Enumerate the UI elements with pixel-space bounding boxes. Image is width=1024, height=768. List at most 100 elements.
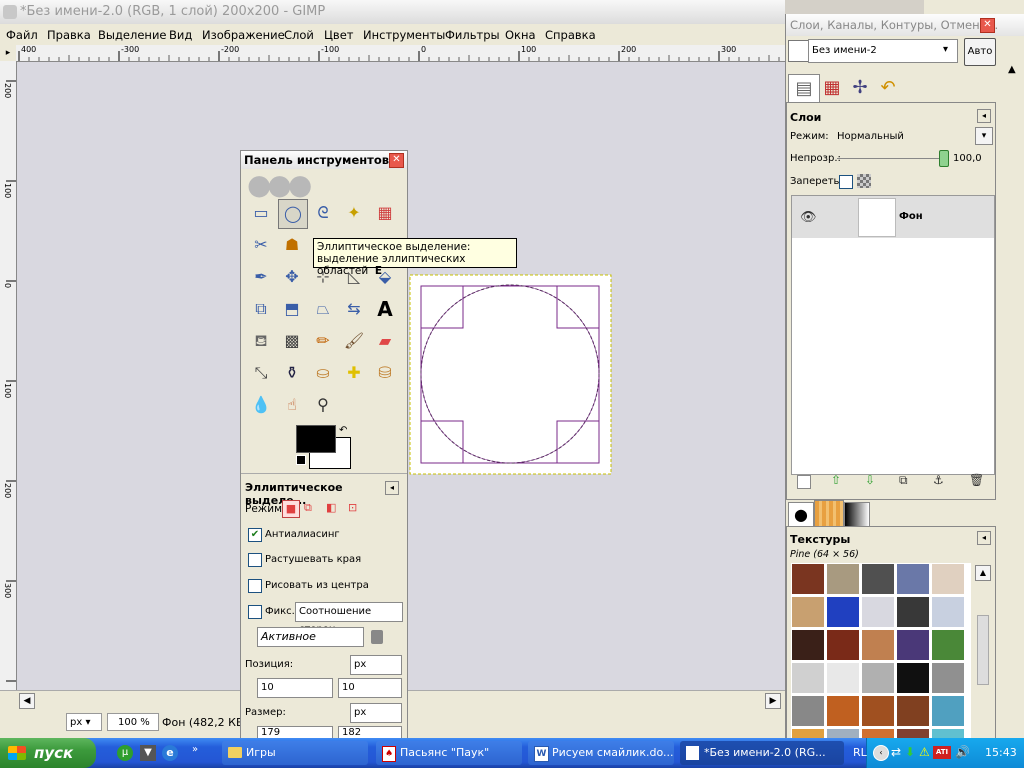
texture-swatch[interactable] [827,597,859,627]
texture-swatch[interactable] [932,630,964,660]
auto-button[interactable]: Авто [964,38,996,66]
layers-menu-icon[interactable]: ◂ [977,109,991,123]
rect-select-tool-icon[interactable]: ▭ [247,199,275,227]
foreground-select-tool-icon[interactable]: ☗ [278,231,306,259]
antialias-checkbox[interactable]: ✔ [248,528,262,542]
dodge-burn-tool-icon[interactable]: ⚲ [309,391,337,419]
layer-mode-arrow-icon[interactable]: ▾ [975,127,993,145]
menu-color[interactable]: Цвет [324,28,353,42]
layer-name[interactable]: Фон [899,211,923,222]
textures-scroll-up-icon[interactable]: ▲ [975,565,991,581]
perspective-tool-icon[interactable]: ⏢ [309,295,337,323]
tray-warning-icon[interactable]: ⚠ [919,745,930,759]
menu-select[interactable]: Выделение [98,28,167,42]
tray-update-icon[interactable]: ⬇ [905,745,915,759]
select-by-color-tool-icon[interactable]: ▦ [371,199,399,227]
position-y-input[interactable]: 10 [338,678,402,698]
menu-filters[interactable]: Фильтры [445,28,500,42]
texture-swatch[interactable] [897,663,929,693]
quicklaunch-more-icon[interactable]: » [192,744,198,755]
tray-volume-icon[interactable]: 🔊 [955,745,970,759]
swap-colors-icon[interactable]: ↶ [339,425,347,436]
tab-channels-icon[interactable]: ▦ [818,74,846,102]
flip-tool-icon[interactable]: ⇆ [340,295,368,323]
menu-windows[interactable]: Окна [505,28,536,42]
texture-swatch[interactable] [862,564,894,594]
task-gimp-active[interactable]: *Без имени-2.0 (RG... [680,741,844,765]
scroll-right-arrow-icon[interactable]: ▶ [765,693,781,709]
bucket-fill-tool-icon[interactable]: ⛾ [247,327,275,355]
texture-swatch[interactable] [792,663,824,693]
texture-swatch[interactable] [862,630,894,660]
texture-swatch[interactable] [932,696,964,726]
mode-intersect-icon[interactable]: ⊡ [348,501,357,514]
task-solitaire[interactable]: Пасьянс "Паук" [376,741,522,765]
perspective-clone-tool-icon[interactable]: ⛁ [371,359,399,387]
texture-swatch[interactable] [792,597,824,627]
tab-patterns-icon[interactable] [814,500,844,528]
eraser-tool-icon[interactable]: ▰ [371,327,399,355]
from-center-checkbox[interactable] [248,579,262,593]
feather-checkbox[interactable] [248,553,262,567]
fixed-checkbox[interactable] [248,605,262,619]
texture-swatch[interactable] [827,564,859,594]
position-x-input[interactable]: 10 [257,678,333,698]
blend-tool-icon[interactable]: ▩ [278,327,306,355]
rotate-tool-icon[interactable]: ⬒ [278,295,306,323]
quicklaunch-utorrent-icon[interactable]: µ [117,745,133,761]
blur-tool-icon[interactable]: 💧 [247,391,275,419]
lock-pixels-checkbox[interactable] [839,175,853,189]
image-select[interactable]: Без имени-2 [808,39,958,63]
position-unit-select[interactable]: px [350,655,402,675]
tab-undo-icon[interactable]: ↶ [874,74,902,102]
texture-swatch[interactable] [932,663,964,693]
scissors-tool-icon[interactable]: ✂ [247,231,275,259]
menu-layer[interactable]: Слой [284,28,314,42]
ruler-vertical[interactable]: 200 100 0 100 200 300 [0,61,17,691]
anchor-layer-icon[interactable]: ⚓ [933,473,944,487]
lock-alpha-icon[interactable] [857,174,871,188]
texture-swatch[interactable] [792,564,824,594]
texture-swatch[interactable] [862,663,894,693]
tab-layers-icon[interactable]: ▤ [788,74,820,103]
unit-select[interactable]: px ▾ [66,713,102,731]
fixed-lock-icon[interactable] [371,630,383,644]
texture-swatch[interactable] [897,696,929,726]
lower-layer-icon[interactable]: ⇩ [865,473,875,487]
lasso-tool-icon[interactable]: ᘓ [309,199,337,227]
texture-grid[interactable] [791,563,971,739]
texture-swatch[interactable] [862,696,894,726]
task-folder-games[interactable]: Игры [222,741,368,765]
foreground-color-swatch[interactable] [296,425,336,453]
ruler-horizontal[interactable]: 400 -300 -200 -100 0 100 200 300 [16,45,785,62]
paths-tool-icon[interactable]: ✒ [247,263,275,291]
menu-view[interactable]: Вид [169,28,192,42]
dock-scroll-up-icon[interactable]: ▲ [1008,64,1016,75]
mode-add-icon[interactable]: ⧉ [304,501,312,515]
texture-swatch[interactable] [792,630,824,660]
fixed-mode-select[interactable]: Соотношение сторон [295,602,403,635]
ellipse-select-tool-icon[interactable]: ◯ [278,199,308,229]
zoom-select[interactable]: 100 % [107,713,159,731]
delete-layer-icon[interactable]: 🗑 [969,473,984,487]
clock[interactable]: 15:43 [985,746,1017,759]
options-menu-icon[interactable]: ◂ [385,481,399,495]
tray-collapse-icon[interactable]: ‹ [873,745,889,761]
textures-scroll-thumb[interactable] [977,615,989,685]
pencil-tool-icon[interactable]: ✏ [309,327,337,355]
default-colors-icon[interactable] [296,455,306,465]
texture-swatch[interactable] [792,696,824,726]
fuzzy-select-tool-icon[interactable]: ✦ [340,199,368,227]
layer-mode-value[interactable]: Нормальный [837,131,904,142]
tab-brushes-icon[interactable]: ● [788,502,814,528]
image-canvas[interactable] [409,274,613,476]
menu-edit[interactable]: Правка [47,28,91,42]
mode-replace-icon[interactable]: ■ [282,500,300,518]
tab-paths-icon[interactable]: ✢ [846,74,874,102]
texture-swatch[interactable] [827,663,859,693]
airbrush-tool-icon[interactable]: ⤡ [247,359,275,387]
texture-swatch[interactable] [932,597,964,627]
raise-layer-icon[interactable]: ⇧ [831,473,841,487]
paintbrush-tool-icon[interactable]: 🖌 [340,327,368,355]
toolbox-close-icon[interactable]: ✕ [389,153,404,168]
